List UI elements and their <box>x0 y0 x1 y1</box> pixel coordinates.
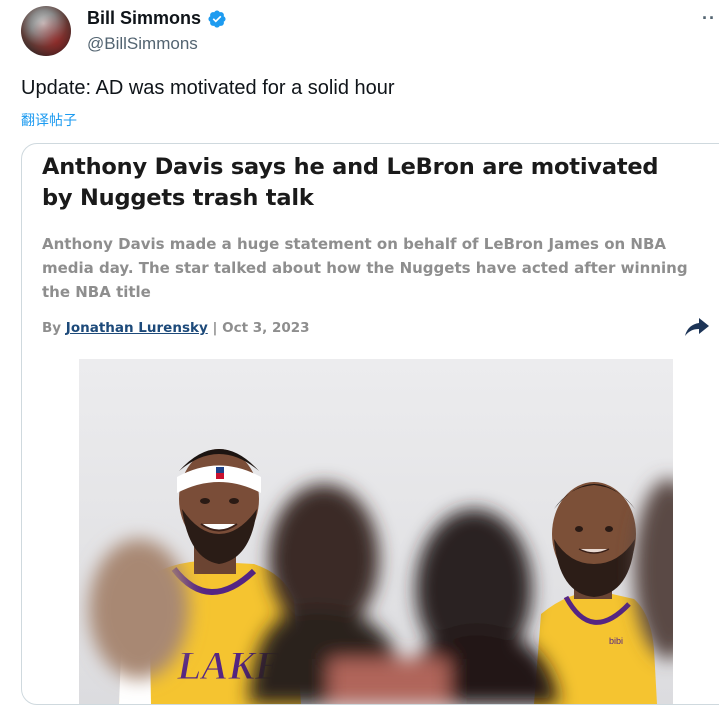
article-photo[interactable]: bibi LAKE <box>79 359 673 704</box>
byline-author-link[interactable]: Jonathan Lurensky <box>66 320 208 336</box>
article-headline[interactable]: Anthony Davis says he and LeBron are mot… <box>42 152 682 214</box>
photo-illustration: bibi LAKE <box>79 359 673 704</box>
tweet-text: Update: AD was motivated for a solid hou… <box>21 77 395 99</box>
translate-post-link[interactable]: 翻译帖子 <box>21 110 77 130</box>
more-options-icon[interactable]: ·· <box>702 8 716 29</box>
link-preview-card[interactable]: Anthony Davis says he and LeBron are mot… <box>21 143 719 705</box>
share-arrow-icon[interactable] <box>684 316 710 338</box>
byline-date: | Oct 3, 2023 <box>207 320 310 336</box>
byline-prefix: By <box>42 320 62 336</box>
user-handle[interactable]: @BillSimmons <box>87 34 198 54</box>
jersey-sponsor-text: bibi <box>609 636 623 646</box>
display-name-text[interactable]: Bill Simmons <box>87 8 201 29</box>
avatar-image <box>21 6 71 56</box>
profile-avatar[interactable] <box>21 6 71 56</box>
display-name[interactable]: Bill Simmons <box>87 8 227 29</box>
verified-badge-icon <box>208 9 226 28</box>
article-summary: Anthony Davis made a huge statement on b… <box>42 235 688 301</box>
article-byline: By Jonathan Lurensky | Oct 3, 2023 <box>42 320 310 336</box>
